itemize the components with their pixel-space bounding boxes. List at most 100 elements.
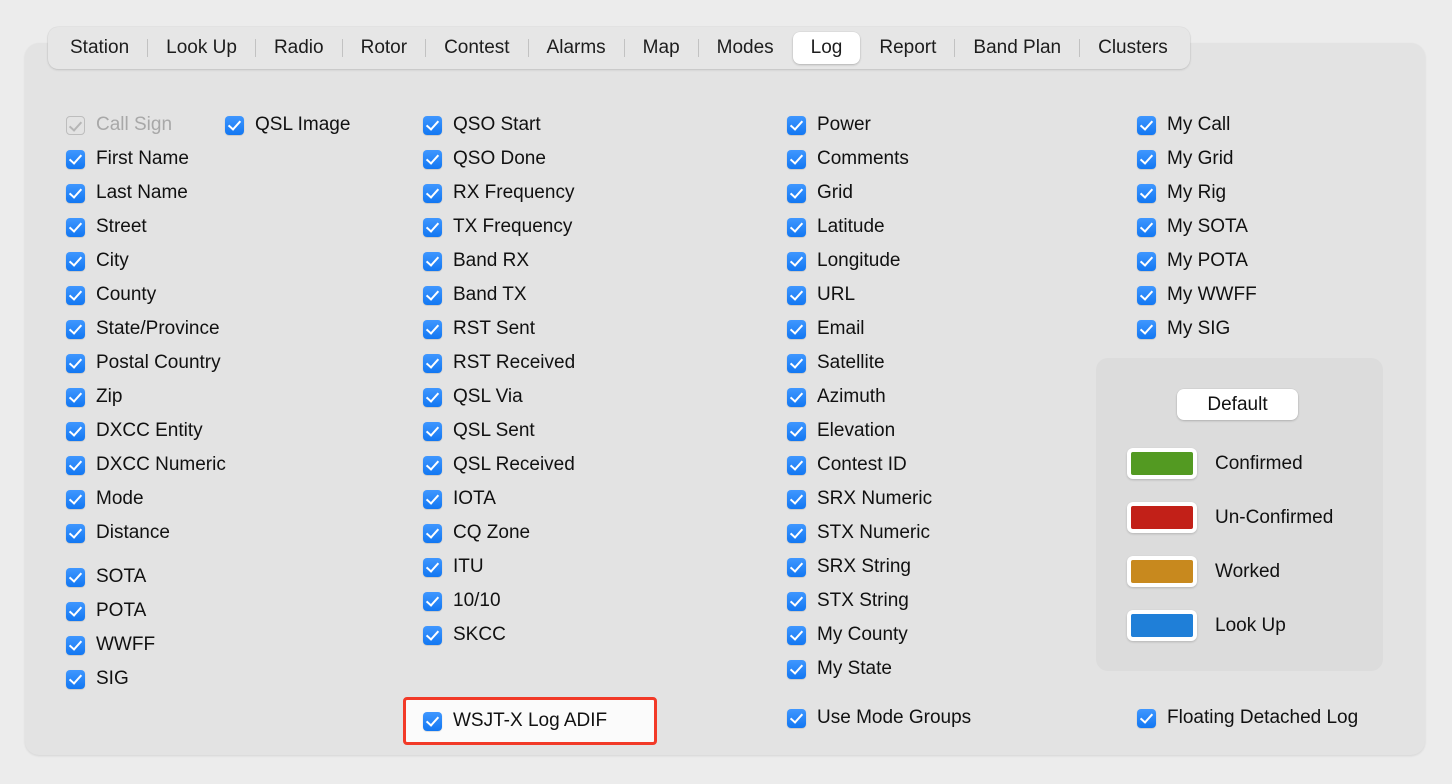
checkbox-box[interactable] (423, 354, 442, 373)
checkbox-my-sig[interactable]: My SIG (1137, 312, 1257, 346)
checkbox-qsl-received[interactable]: QSL Received (423, 448, 575, 482)
tab-station[interactable]: Station (52, 32, 147, 64)
checkbox-box[interactable] (66, 286, 85, 305)
checkbox-box[interactable] (787, 184, 806, 203)
checkbox-skcc[interactable]: SKCC (423, 618, 575, 652)
checkbox-box[interactable] (66, 422, 85, 441)
tab-look-up[interactable]: Look Up (148, 32, 255, 64)
checkbox-dxcc-numeric[interactable]: DXCC Numeric (66, 448, 226, 482)
checkbox-band-tx[interactable]: Band TX (423, 278, 575, 312)
checkbox-box[interactable] (787, 660, 806, 679)
checkbox-box[interactable] (66, 184, 85, 203)
checkbox-first-name[interactable]: First Name (66, 142, 226, 176)
checkbox-state-province[interactable]: State/Province (66, 312, 226, 346)
checkbox-rst-sent[interactable]: RST Sent (423, 312, 575, 346)
use-mode-groups-checkbox-box[interactable] (787, 709, 806, 728)
tab-contest[interactable]: Contest (426, 32, 527, 64)
tab-rotor[interactable]: Rotor (343, 32, 425, 64)
checkbox-box[interactable] (423, 422, 442, 441)
checkbox-grid[interactable]: Grid (787, 176, 932, 210)
checkbox-county[interactable]: County (66, 278, 226, 312)
checkbox-srx-string[interactable]: SRX String (787, 550, 932, 584)
checkbox-last-name[interactable]: Last Name (66, 176, 226, 210)
checkbox-10-10[interactable]: 10/10 (423, 584, 575, 618)
color-swatch-look-up[interactable] (1127, 610, 1197, 641)
tab-band-plan[interactable]: Band Plan (955, 32, 1079, 64)
checkbox-mode[interactable]: Mode (66, 482, 226, 516)
checkbox-box[interactable] (423, 116, 442, 135)
checkbox-my-state[interactable]: My State (787, 652, 932, 686)
checkbox-city[interactable]: City (66, 244, 226, 278)
checkbox-box[interactable] (1137, 252, 1156, 271)
checkbox-box[interactable] (66, 636, 85, 655)
checkbox-box[interactable] (423, 286, 442, 305)
checkbox-postal-country[interactable]: Postal Country (66, 346, 226, 380)
color-swatch-confirmed[interactable] (1127, 448, 1197, 479)
checkbox-box[interactable] (787, 354, 806, 373)
tab-radio[interactable]: Radio (256, 32, 342, 64)
checkbox-box[interactable] (1137, 184, 1156, 203)
checkbox-sig[interactable]: SIG (66, 662, 226, 696)
checkbox-box[interactable] (423, 558, 442, 577)
checkbox-box[interactable] (1137, 320, 1156, 339)
checkbox-itu[interactable]: ITU (423, 550, 575, 584)
checkbox-cq-zone[interactable]: CQ Zone (423, 516, 575, 550)
checkbox-sota[interactable]: SOTA (66, 560, 226, 594)
checkbox-stx-string[interactable]: STX String (787, 584, 932, 618)
checkbox-box[interactable] (66, 354, 85, 373)
checkbox-qsl-image[interactable]: QSL Image (225, 108, 350, 142)
checkbox-my-grid[interactable]: My Grid (1137, 142, 1257, 176)
checkbox-box[interactable] (423, 184, 442, 203)
checkbox-box[interactable] (787, 558, 806, 577)
checkbox-box[interactable] (423, 524, 442, 543)
checkbox-box[interactable] (423, 592, 442, 611)
checkbox-my-sota[interactable]: My SOTA (1137, 210, 1257, 244)
checkbox-box[interactable] (787, 422, 806, 441)
checkbox-elevation[interactable]: Elevation (787, 414, 932, 448)
tab-modes[interactable]: Modes (699, 32, 792, 64)
checkbox-box[interactable] (66, 218, 85, 237)
checkbox-box[interactable] (1137, 286, 1156, 305)
checkbox-box[interactable] (423, 252, 442, 271)
checkbox-box[interactable] (1137, 150, 1156, 169)
checkbox-my-pota[interactable]: My POTA (1137, 244, 1257, 278)
checkbox-box[interactable] (66, 252, 85, 271)
checkbox-box[interactable] (423, 490, 442, 509)
checkbox-box[interactable] (1137, 218, 1156, 237)
checkbox-my-wwff[interactable]: My WWFF (1137, 278, 1257, 312)
checkbox-stx-numeric[interactable]: STX Numeric (787, 516, 932, 550)
checkbox-box[interactable] (423, 150, 442, 169)
checkbox-zip[interactable]: Zip (66, 380, 226, 414)
checkbox-tx-frequency[interactable]: TX Frequency (423, 210, 575, 244)
checkbox-url[interactable]: URL (787, 278, 932, 312)
tab-report[interactable]: Report (861, 32, 954, 64)
checkbox-iota[interactable]: IOTA (423, 482, 575, 516)
checkbox-box[interactable] (66, 670, 85, 689)
wsjtx-log-adif-checkbox[interactable]: WSJT-X Log ADIF (406, 700, 654, 742)
checkbox-box[interactable] (1137, 116, 1156, 135)
checkbox-box[interactable] (66, 388, 85, 407)
checkbox-azimuth[interactable]: Azimuth (787, 380, 932, 414)
checkbox-qso-start[interactable]: QSO Start (423, 108, 575, 142)
checkbox-qsl-sent[interactable]: QSL Sent (423, 414, 575, 448)
checkbox-email[interactable]: Email (787, 312, 932, 346)
floating-detached-log-checkbox[interactable]: Floating Detached Log (1137, 707, 1358, 729)
default-button[interactable]: Default (1177, 389, 1298, 420)
checkbox-box[interactable] (66, 602, 85, 621)
checkbox-box[interactable] (66, 524, 85, 543)
floating-detached-log-checkbox-box[interactable] (1137, 709, 1156, 728)
checkbox-rst-received[interactable]: RST Received (423, 346, 575, 380)
checkbox-band-rx[interactable]: Band RX (423, 244, 575, 278)
checkbox-longitude[interactable]: Longitude (787, 244, 932, 278)
checkbox-wwff[interactable]: WWFF (66, 628, 226, 662)
checkbox-box[interactable] (787, 218, 806, 237)
tab-map[interactable]: Map (625, 32, 698, 64)
checkbox-box[interactable] (787, 150, 806, 169)
checkbox-box[interactable] (787, 320, 806, 339)
checkbox-srx-numeric[interactable]: SRX Numeric (787, 482, 932, 516)
checkbox-box[interactable] (66, 150, 85, 169)
checkbox-box[interactable] (66, 320, 85, 339)
checkbox-latitude[interactable]: Latitude (787, 210, 932, 244)
checkbox-dxcc-entity[interactable]: DXCC Entity (66, 414, 226, 448)
checkbox-my-call[interactable]: My Call (1137, 108, 1257, 142)
